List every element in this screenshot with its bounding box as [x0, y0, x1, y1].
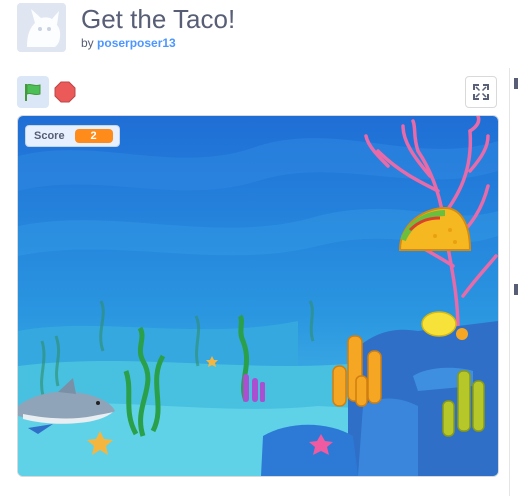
stop-button[interactable]	[53, 80, 77, 104]
side-panel-edge	[509, 68, 518, 496]
green-flag-button[interactable]	[17, 76, 49, 108]
stop-sign-icon	[54, 81, 76, 103]
scratch-cat-avatar-icon	[17, 3, 66, 52]
green-flag-icon	[25, 83, 41, 101]
project-author-avatar[interactable]	[17, 3, 66, 52]
side-panel-heading-fragment	[514, 284, 518, 295]
project-title: Get the Taco!	[81, 4, 236, 34]
score-value: 2	[74, 129, 113, 143]
yellow-sponge-icon	[421, 311, 457, 337]
fullscreen-button[interactable]	[465, 76, 497, 108]
score-label: Score	[34, 130, 65, 142]
underwater-backdrop	[18, 116, 498, 476]
score-variable-monitor[interactable]: Score 2	[25, 125, 120, 147]
side-panel-heading-fragment	[514, 78, 518, 89]
byline-prefix: by	[81, 36, 94, 50]
fullscreen-icon	[473, 84, 489, 100]
orange-anemone-icon	[456, 328, 468, 340]
author-link[interactable]: poserposer13	[97, 36, 176, 50]
project-byline: by poserposer13	[81, 36, 176, 50]
project-stage[interactable]: Score 2	[17, 115, 499, 477]
